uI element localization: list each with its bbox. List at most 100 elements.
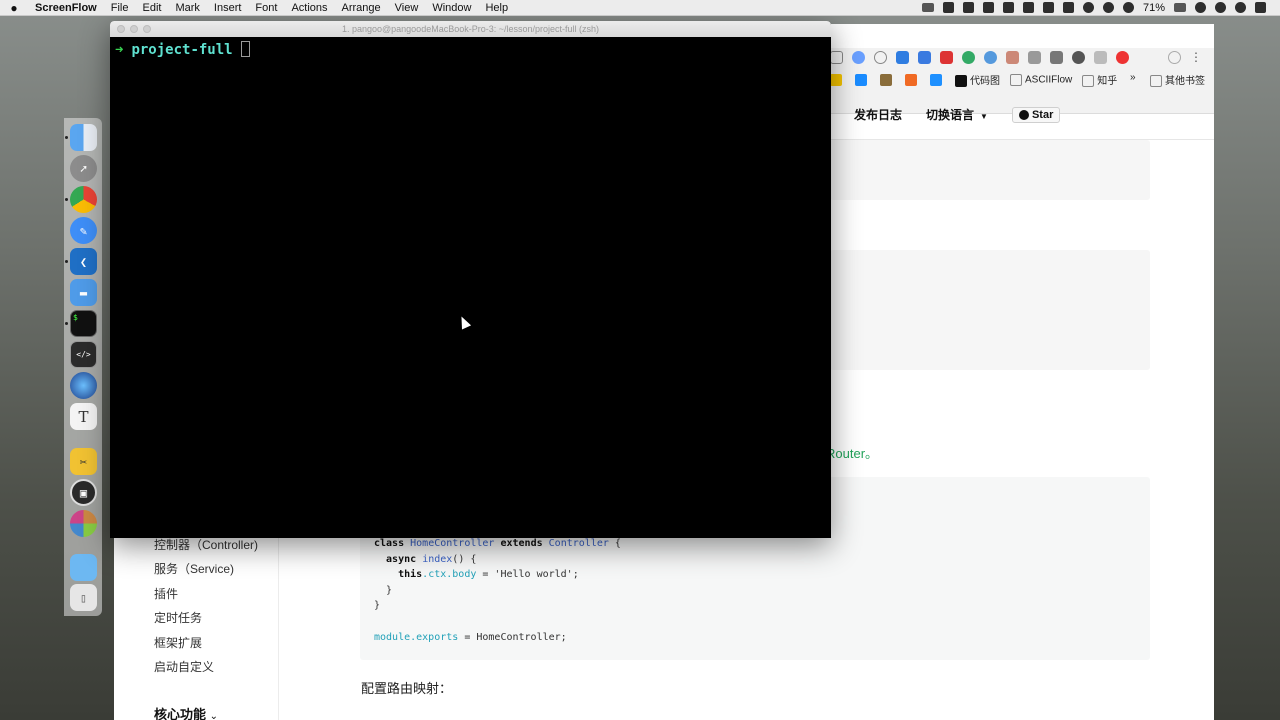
code-token: module.exports (374, 631, 459, 643)
extension-icon[interactable] (1094, 51, 1107, 64)
other-bookmarks-label: 其他书签 (1165, 76, 1205, 87)
sidebar-item-service[interactable]: 服务（Service) (154, 560, 234, 577)
window-controls (117, 25, 151, 33)
menu-app-name[interactable]: ScreenFlow (28, 2, 104, 14)
bookmarks-overflow-button[interactable]: » (1130, 72, 1136, 83)
sidebar-item-extend[interactable]: 框架扩展 (154, 634, 202, 651)
extension-icon[interactable] (962, 51, 975, 64)
sidebar-item-plugin[interactable]: 插件 (154, 585, 178, 602)
heading-label: 核心功能 (154, 707, 207, 720)
finder-icon[interactable] (70, 124, 97, 151)
sidebar-item-schedule[interactable]: 定时任务 (154, 609, 202, 626)
sidebar-item-controller[interactable]: 控制器（Controller) (154, 536, 258, 553)
user-avatar-icon[interactable] (1235, 2, 1246, 13)
keynote-icon[interactable]: ▬ (70, 279, 97, 306)
bookmark-favicon-icon[interactable] (830, 73, 842, 86)
extension-icon[interactable] (984, 51, 997, 64)
pencil-app-icon[interactable]: ✎ (70, 217, 97, 244)
vscode-icon[interactable]: ❮ (70, 248, 97, 275)
lock-icon[interactable] (1042, 2, 1054, 13)
zoom-button[interactable] (143, 25, 151, 33)
extension-icon[interactable] (852, 51, 865, 64)
battery-percent[interactable]: 71% (1143, 2, 1165, 14)
apple-icon[interactable]: ● (0, 1, 28, 15)
code-token: this (374, 569, 423, 581)
profile-avatar-icon[interactable] (1168, 51, 1181, 64)
extension-icon[interactable] (940, 51, 953, 64)
code-line: async index() { (374, 552, 621, 568)
minimize-button[interactable] (130, 25, 138, 33)
menu-actions[interactable]: Actions (284, 2, 334, 14)
notification-center-icon[interactable] (1255, 2, 1266, 13)
extension-icon[interactable] (1072, 51, 1085, 64)
final-cut-icon[interactable] (70, 510, 97, 537)
terminal-window[interactable]: 1. pangoo@pangoodeMacBook-Pro-3: ~/lesso… (110, 21, 831, 538)
screenshot-icon[interactable]: ▣ (70, 479, 97, 506)
menu-arrange[interactable]: Arrange (335, 2, 388, 14)
pause-icon[interactable] (1002, 2, 1014, 13)
launchpad-icon[interactable]: ➚ (70, 155, 97, 182)
extension-icon[interactable] (896, 51, 909, 64)
close-button[interactable] (117, 25, 125, 33)
alert-icon[interactable] (1022, 2, 1034, 13)
menu-insert[interactable]: Insert (207, 2, 249, 14)
browser-menu-icon[interactable]: ⋮ (1190, 50, 1202, 64)
clock-icon[interactable] (1195, 2, 1206, 13)
menu-help[interactable]: Help (478, 2, 515, 14)
extension-icon[interactable] (1050, 51, 1063, 64)
clipboard-icon[interactable] (982, 2, 994, 13)
script-editor-icon[interactable]: </> (70, 341, 97, 368)
menu-view[interactable]: View (388, 2, 426, 14)
trash-icon[interactable]: ▯ (70, 584, 97, 611)
other-bookmarks[interactable]: 其他书签 (1150, 72, 1205, 88)
extension-icon[interactable] (830, 51, 843, 64)
terminal-title: 1. pangoo@pangoodeMacBook-Pro-3: ~/lesso… (341, 24, 600, 34)
extension-icon[interactable] (874, 51, 887, 64)
router-link[interactable]: Router。 (826, 443, 878, 462)
upload-icon[interactable] (962, 2, 974, 13)
input-method-icon[interactable] (1062, 2, 1074, 13)
bookmark-item[interactable]: 知乎 (1082, 72, 1117, 88)
spotlight-search-icon[interactable] (1215, 2, 1226, 13)
menu-window[interactable]: Window (425, 2, 478, 14)
typora-icon[interactable]: T (70, 403, 97, 430)
sidebar-heading-core[interactable]: 核心功能 ⌄ (154, 704, 218, 720)
bookmark-favicon-icon[interactable] (930, 73, 942, 86)
bookmark-item[interactable]: ASCIIFlow (1010, 73, 1072, 86)
quicktime-icon[interactable] (70, 372, 97, 399)
menu-file[interactable]: File (104, 2, 136, 14)
extension-icon[interactable] (1028, 51, 1041, 64)
dock: ➚ ✎ ❮ ▬ $ </> T ✂ ▣ ▯ (64, 118, 102, 616)
wifi-icon[interactable] (1102, 2, 1114, 13)
folder-icon[interactable] (70, 554, 97, 581)
battery-icon[interactable] (1174, 3, 1186, 12)
volume-icon[interactable] (1122, 2, 1134, 13)
bluetooth-icon[interactable] (1082, 2, 1094, 13)
menu-mark[interactable]: Mark (168, 2, 206, 14)
extension-icon[interactable] (918, 51, 931, 64)
bookmark-favicon-icon[interactable] (855, 73, 867, 86)
chrome-icon[interactable] (70, 186, 97, 213)
menu-font[interactable]: Font (248, 2, 284, 14)
extension-icon[interactable] (1006, 51, 1019, 64)
text-cursor (240, 41, 250, 57)
screenflow-record-icon[interactable] (921, 3, 934, 12)
menu-edit[interactable]: Edit (135, 2, 168, 14)
terminal-titlebar[interactable]: 1. pangoo@pangoodeMacBook-Pro-3: ~/lesso… (110, 21, 831, 37)
code-line: this.ctx.body = 'Hello world'; (374, 567, 621, 583)
scissors-tool-icon[interactable]: ✂ (70, 448, 97, 475)
bookmark-favicon-icon[interactable] (905, 73, 917, 86)
code-line: class HomeController extends Controller … (374, 536, 621, 552)
terminal-icon[interactable]: $ (70, 310, 97, 337)
nav-changelog-link[interactable]: 发布日志 (854, 106, 902, 123)
sidebar-item-app-start[interactable]: 启动自定义 (154, 658, 214, 675)
extension-icon[interactable] (1116, 51, 1129, 64)
terminal-prompt[interactable]: ➜ project-full (115, 41, 250, 58)
github-star-button[interactable]: Star (1011, 106, 1061, 123)
code-token: extends (500, 538, 543, 549)
evernote-icon[interactable] (942, 2, 954, 13)
bookmark-favicon-icon[interactable] (880, 73, 892, 86)
nav-language-dropdown[interactable]: 切换语言 ▼ (926, 106, 988, 123)
code-token: () { (452, 553, 477, 565)
bookmark-item[interactable]: 代码图 (955, 72, 1000, 88)
